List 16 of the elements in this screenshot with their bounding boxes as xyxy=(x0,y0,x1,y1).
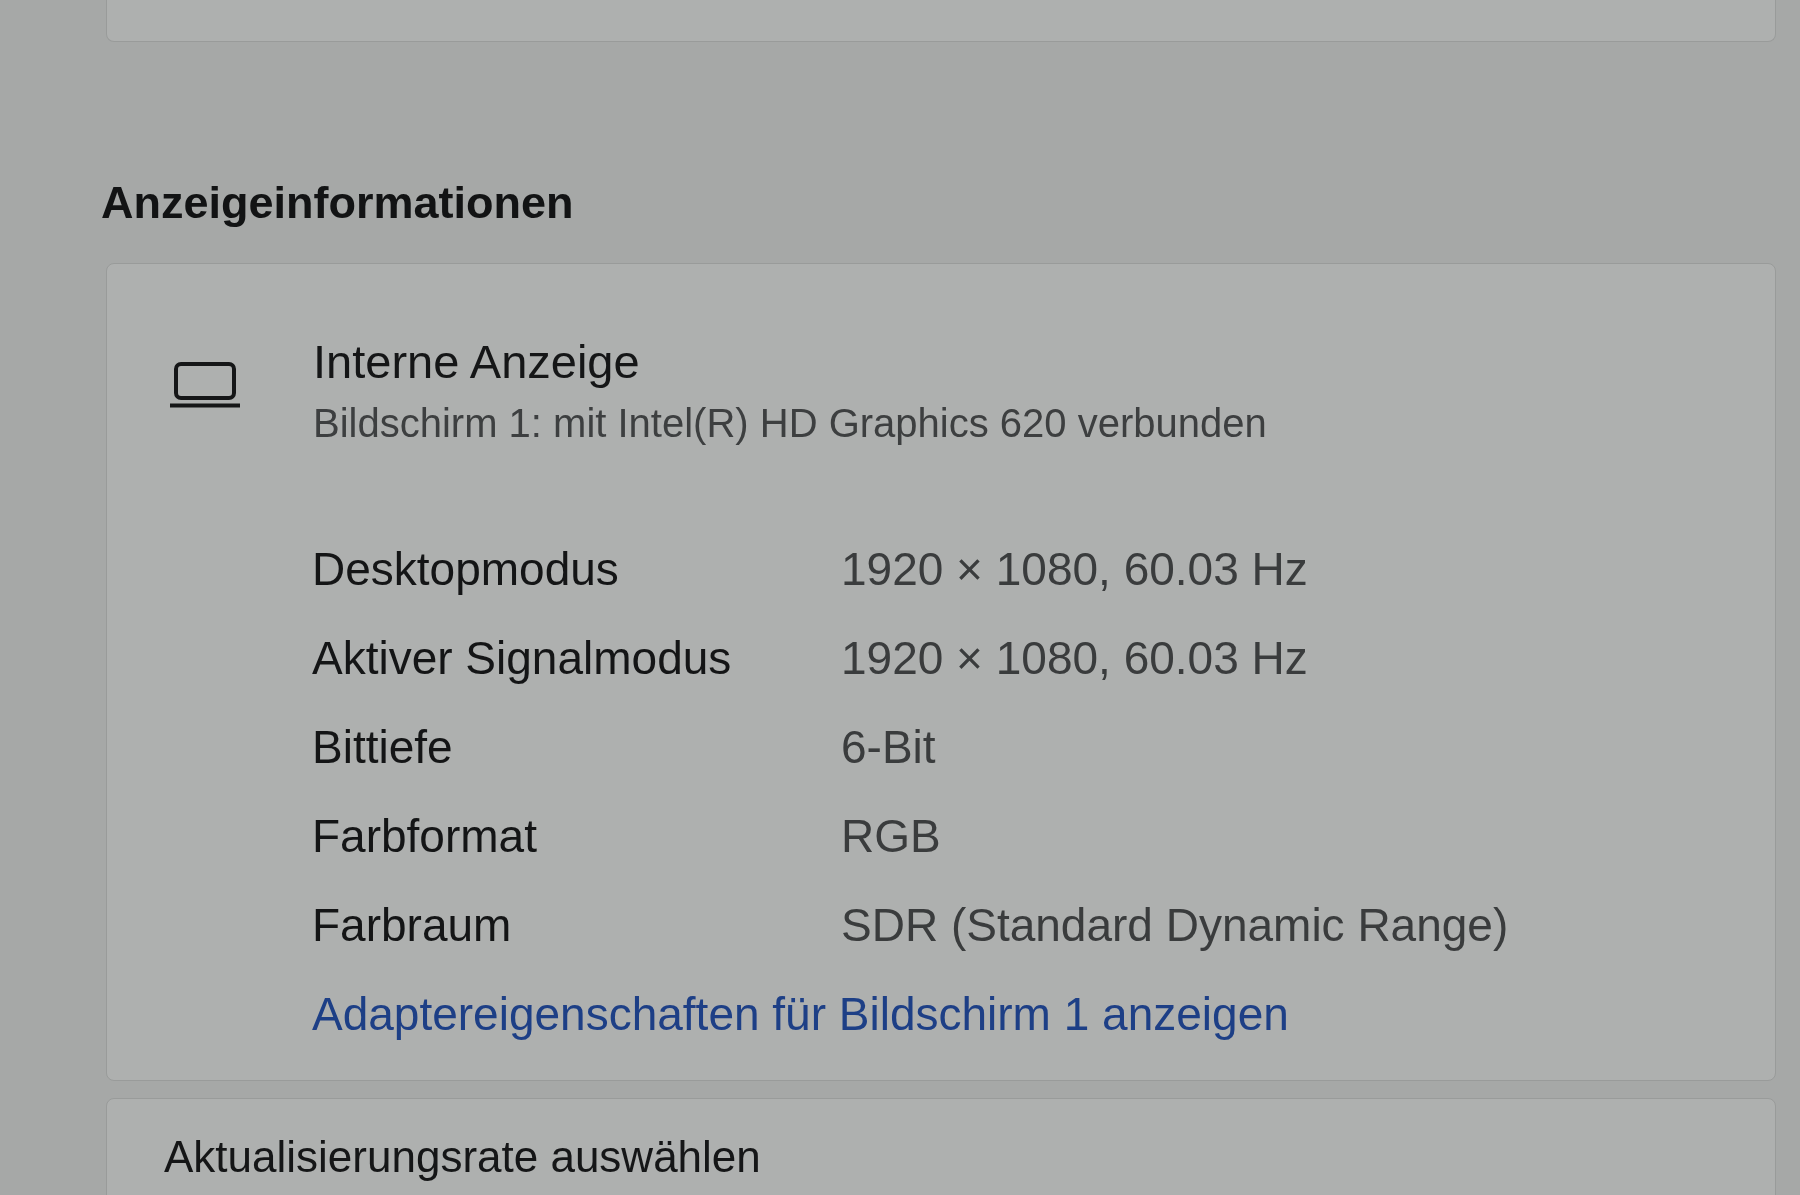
property-value: RGB xyxy=(841,809,942,864)
display-description: Bildschirm 1: mit Intel(R) HD Graphics 620 verbunden xyxy=(313,400,1267,447)
laptop-icon xyxy=(170,362,240,408)
section-heading: Anzeigeinformationen xyxy=(101,176,574,230)
property-value: 6-Bit xyxy=(841,720,937,775)
display-name: Interne Anzeige xyxy=(313,334,640,390)
property-value: SDR (Standard Dynamic Range) xyxy=(841,898,1509,953)
setting-title: Aktualisierungsrate auswählen xyxy=(164,1132,761,1182)
adapter-properties-link[interactable]: Adaptereigenschaften für Bildschirm 1 anzeigen xyxy=(312,970,1289,1059)
property-label: Farbraum xyxy=(312,898,513,953)
property-label: Farbformat xyxy=(312,809,538,864)
property-label: Desktopmodus xyxy=(312,542,620,597)
property-value: 1920 × 1080, 60.03 Hz xyxy=(841,542,1309,597)
property-label: Bittiefe xyxy=(312,720,454,775)
property-label: Aktiver Signalmodus xyxy=(312,631,733,686)
property-value: 1920 × 1080, 60.03 Hz xyxy=(841,631,1309,686)
